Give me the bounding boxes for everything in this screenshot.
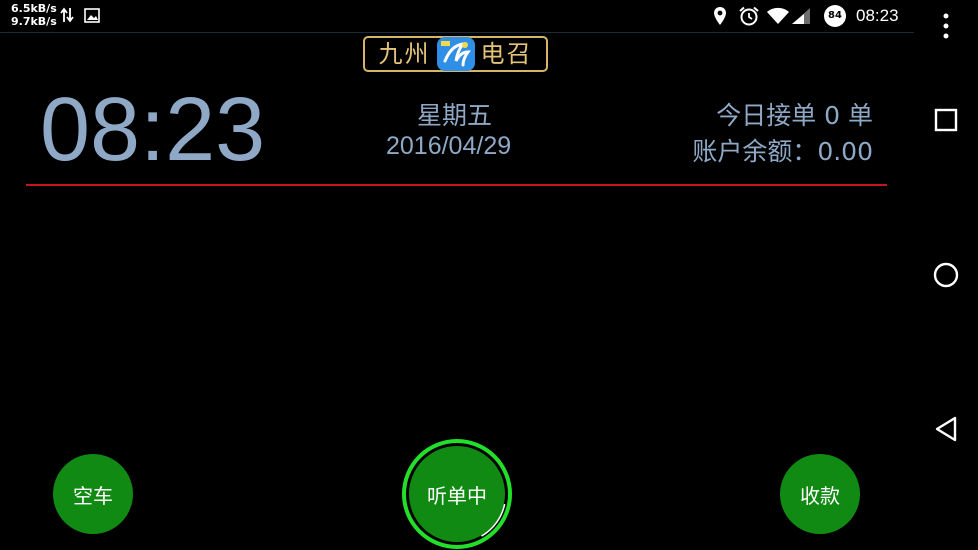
listening-button[interactable]: 听单中 [409,446,505,542]
location-icon [713,6,727,30]
collect-payment-button[interactable]: 收款 [780,454,860,534]
upload-speed: 9.7kB/s [11,15,57,28]
status-bar: 6.5kB/s 9.7kB/s 84 08:23 [0,0,914,33]
data-transfer-icon [60,6,74,28]
account-balance-label: 账户余额：0.00 [692,137,873,166]
square-icon [934,108,958,132]
header-divider [26,184,887,186]
back-triangle-icon [935,416,957,442]
logo-left-text: 九州 [378,40,431,68]
logo-right-text: 电召 [480,40,533,68]
taxi-dispatch-screen: 6.5kB/s 9.7kB/s 84 08:23 九州 电召 08:23 星期五… [0,0,978,550]
battery-icon: 84 [824,5,846,27]
main-clock: 08:23 [40,80,266,180]
date-label: 2016/04/29 [386,132,512,160]
home-button[interactable] [928,257,964,293]
taxi-logo-icon [436,37,475,71]
circle-icon [933,262,959,288]
weekday-label: 星期五 [417,101,493,130]
alarm-icon [738,6,760,30]
status-time: 08:23 [856,6,899,25]
recent-apps-button[interactable] [928,102,964,138]
app-logo: 九州 电召 [363,36,548,72]
more-vert-icon [943,13,949,39]
navigation-bar [914,0,978,550]
network-speed: 6.5kB/s 9.7kB/s [11,2,57,28]
wifi-icon [766,7,790,29]
download-speed: 6.5kB/s [11,2,57,15]
overflow-menu-button[interactable] [928,8,964,44]
image-notification-icon [84,8,100,27]
vacant-button[interactable]: 空车 [53,454,133,534]
cell-signal-icon [791,7,811,29]
listening-button-container[interactable]: 听单中 [401,438,513,550]
back-button[interactable] [928,411,964,447]
orders-today-label: 今日接单 0 单 [716,101,873,130]
